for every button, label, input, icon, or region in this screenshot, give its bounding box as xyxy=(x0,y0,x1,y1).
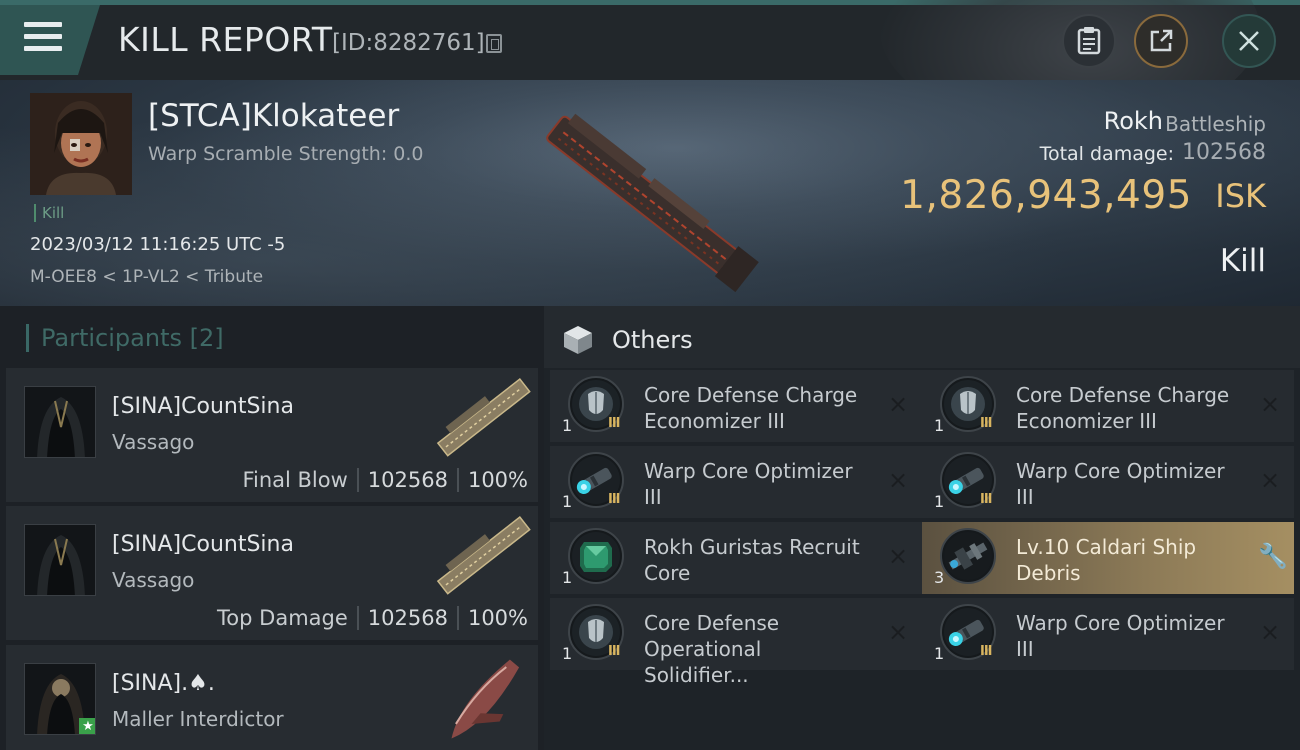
menu-icon[interactable] xyxy=(24,22,62,54)
kill-tag: Kill xyxy=(34,204,64,222)
destroyed-x-icon: × xyxy=(1259,618,1281,646)
participant-ship-image xyxy=(451,659,520,739)
victim-portrait[interactable] xyxy=(30,93,132,195)
close-button[interactable] xyxy=(1222,14,1276,68)
item-quantity: 1 xyxy=(934,644,945,663)
participant-row[interactable]: ★ [SINA].♠. Maller Interdictor xyxy=(6,645,538,750)
destroyed-x-icon: × xyxy=(1259,466,1281,494)
destroyed-x-icon: × xyxy=(887,542,909,570)
item-row[interactable]: 1 III Core Defense Charge Economizer III × xyxy=(550,370,922,442)
item-name: Core Defense Charge Economizer III xyxy=(644,383,858,433)
item-quantity: 1 xyxy=(562,416,573,435)
item-row[interactable]: 3 Lv.10 Caldari Ship Debris 🔧 xyxy=(922,522,1294,594)
item-meta-level: III xyxy=(608,492,620,507)
wrench-icon[interactable]: 🔧 xyxy=(1258,544,1288,568)
isk-value: 1,826,943,495 xyxy=(900,173,1192,218)
item-name: Warp Core Optimizer III xyxy=(1016,459,1225,509)
isk-unit: ISK xyxy=(1215,177,1266,215)
item-row[interactable]: 1 III Core Defense Operational Solidifier.… xyxy=(550,598,922,687)
participant-damage: 102568 xyxy=(367,468,448,492)
participant-percent: 100% xyxy=(467,468,528,492)
participant-percent: 100% xyxy=(467,606,528,630)
participant-ship-image xyxy=(436,516,531,595)
share-button[interactable] xyxy=(1134,14,1188,68)
item-quantity: 1 xyxy=(562,644,573,663)
kill-result: Kill xyxy=(1219,243,1266,279)
destroyed-x-icon: × xyxy=(1259,390,1281,418)
item-quantity: 1 xyxy=(562,492,573,511)
item-row[interactable]: 1 III Warp Core Optimizer III × xyxy=(922,446,1294,518)
item-name: Lv.10 Caldari Ship Debris xyxy=(1016,535,1197,585)
item-meta-level: III xyxy=(980,416,992,431)
item-quantity: 3 xyxy=(934,568,945,587)
item-row[interactable]: 1 Rokh Guristas Recruit Core × xyxy=(550,522,922,594)
participant-damage: 102568 xyxy=(367,606,448,630)
victim-name[interactable]: [STCA]Klokateer xyxy=(148,98,399,134)
item-row[interactable]: 1 III Core Defense Charge Economizer III × xyxy=(922,370,1294,442)
item-quantity: 1 xyxy=(934,492,945,511)
item-row[interactable]: 1 III Warp Core Optimizer III × xyxy=(922,598,1294,670)
participant-avatar xyxy=(24,524,96,596)
victim-ship-name[interactable]: Rokh xyxy=(1104,107,1163,135)
participant-name: [SINA]CountSina xyxy=(112,394,294,419)
item-row[interactable]: 1 III Warp Core Optimizer III × xyxy=(550,446,922,518)
item-meta-level: III xyxy=(980,492,992,507)
warp-scramble-strength: Warp Scramble Strength: 0.0 xyxy=(148,143,424,165)
header-bar: KILL REPORT [ID:8282761] xyxy=(0,0,1300,80)
total-damage-label: Total damage: xyxy=(1039,143,1174,165)
share-icon xyxy=(1150,29,1173,52)
destroyed-x-icon: × xyxy=(887,390,909,418)
item-name: Rokh Guristas Recruit Core xyxy=(644,535,860,585)
item-quantity: 1 xyxy=(934,416,945,435)
item-meta-level: III xyxy=(980,644,992,659)
participant-stats: Final Blow 102568 100% xyxy=(242,468,528,492)
victim-banner: [STCA]Klokateer Warp Scramble Strength: … xyxy=(0,80,1300,306)
others-title: Others xyxy=(612,326,693,354)
clipboard-icon xyxy=(1077,27,1101,55)
clipboard-button[interactable] xyxy=(1062,14,1116,68)
page-title: KILL REPORT xyxy=(118,20,333,59)
pilot-avatar-image xyxy=(30,93,132,195)
green-core-icon xyxy=(568,528,624,584)
participant-ship: Vassago xyxy=(112,430,195,454)
victim-ship-image xyxy=(546,113,759,293)
participant-name: [SINA].♠. xyxy=(112,671,215,696)
ship-debris-icon xyxy=(940,528,996,584)
victim-ship-class: Battleship xyxy=(1165,112,1266,136)
participants-panel: Participants [2] [SINA]CountSina Vassago… xyxy=(0,306,544,750)
participant-ship: Vassago xyxy=(112,568,195,592)
destroyed-x-icon: × xyxy=(887,618,909,646)
participant-label: Top Damage xyxy=(217,606,348,630)
participant-row[interactable]: [SINA]CountSina Vassago Final Blow 10256… xyxy=(6,368,538,502)
item-meta-level: III xyxy=(608,416,620,431)
participant-stats: Top Damage 102568 100% xyxy=(217,606,528,630)
total-damage-value: 102568 xyxy=(1182,140,1266,165)
item-name: Warp Core Optimizer III xyxy=(1016,611,1225,661)
participant-row[interactable]: [SINA]CountSina Vassago Top Damage 10256… xyxy=(6,506,538,640)
cube-icon xyxy=(564,326,592,354)
item-name: Warp Core Optimizer III xyxy=(644,459,853,509)
participant-avatar: ★ xyxy=(24,663,96,735)
participant-label: Final Blow xyxy=(242,468,348,492)
others-header: Others xyxy=(544,306,1300,368)
participants-header: Participants [2] xyxy=(26,324,224,352)
destroyed-x-icon: × xyxy=(887,466,909,494)
item-quantity: 1 xyxy=(562,568,573,587)
close-icon xyxy=(1239,31,1259,51)
participant-name: [SINA]CountSina xyxy=(112,532,294,557)
others-panel: Others 1 III Core Defense Charge Economize… xyxy=(544,306,1300,750)
item-name: Core Defense Charge Economizer III xyxy=(1016,383,1230,433)
participant-ship-image xyxy=(436,378,531,457)
kill-location: M-OEE8 < 1P-VL2 < Tribute xyxy=(30,267,264,287)
participant-ship: Maller Interdictor xyxy=(112,707,284,731)
report-id: [ID:8282761] xyxy=(332,30,485,56)
copy-id-icon[interactable] xyxy=(486,34,502,53)
star-badge-icon: ★ xyxy=(79,718,95,734)
participants-count: [2] xyxy=(189,324,224,352)
item-name: Core Defense Operational Solidifier... xyxy=(644,611,780,687)
participant-avatar xyxy=(24,386,96,458)
kill-timestamp: 2023/03/12 11:16:25 UTC -5 xyxy=(30,234,286,255)
item-meta-level: III xyxy=(608,644,620,659)
participants-title: Participants xyxy=(41,324,182,352)
